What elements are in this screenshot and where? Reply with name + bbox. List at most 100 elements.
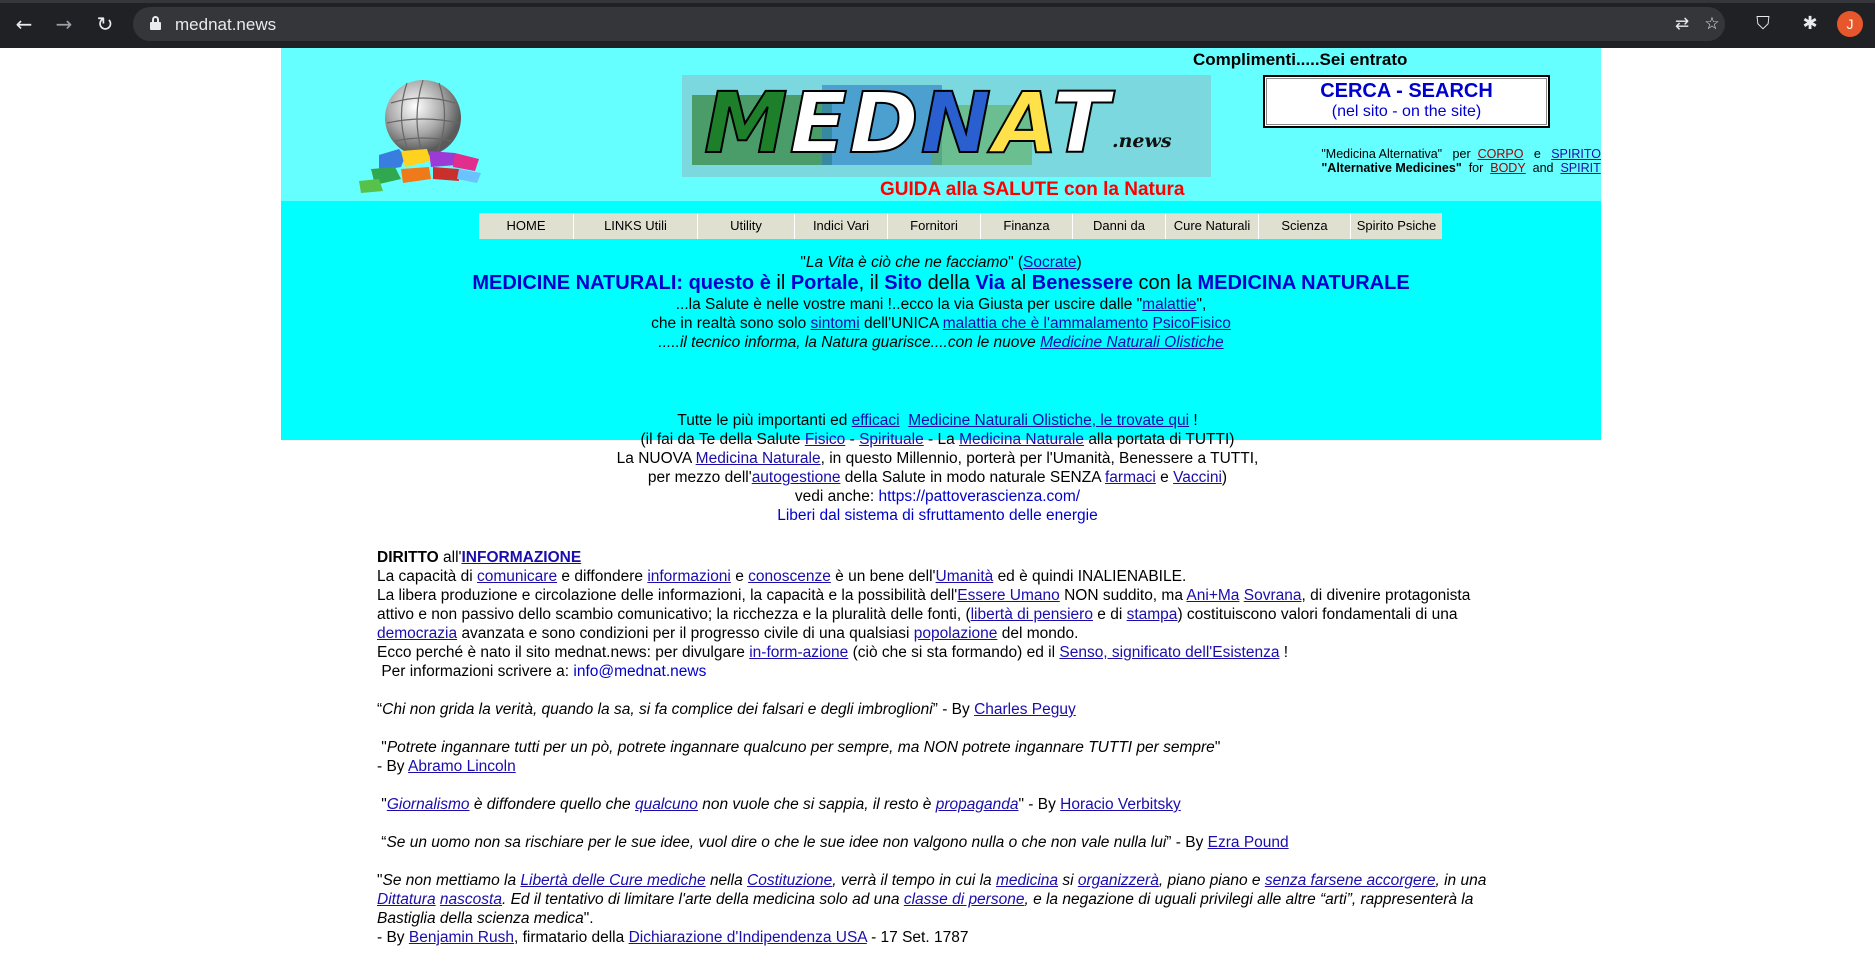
alt-line-en: "Alternative Medicines" for BODY and SPI… [1321,161,1601,175]
farmaci-link[interactable]: farmaci [1105,469,1156,486]
menu-item-cure[interactable]: Cure Naturali [1166,213,1259,239]
menu-item-fornitori[interactable]: Fornitori [888,213,981,239]
efficaci-link[interactable]: efficaci [852,412,900,429]
verbitsky-link[interactable]: Horacio Verbitsky [1060,796,1181,813]
text: si [1062,872,1074,889]
extensions-puzzle-icon[interactable]: ✱ [1799,13,1821,35]
classe-persone-link[interactable]: classe di persone [904,891,1025,908]
mission-line-1: Tutte le più importanti ed efficaci Medi… [0,411,1875,430]
fisico-link[interactable]: Fisico [805,431,845,448]
shield-extension-icon[interactable]: ⛉ [1752,13,1774,35]
medicina-link[interactable]: medicina [996,872,1058,889]
psicofisico-link[interactable]: PsicoFisico [1152,315,1230,332]
corpo-link[interactable]: CORPO [1478,147,1524,161]
democrazia-link[interactable]: democrazia [377,625,457,642]
malattia-link[interactable]: malattia che è l'ammalamento [943,315,1148,332]
lincoln-link[interactable]: Abramo Lincoln [408,758,516,775]
propaganda-link[interactable]: propaganda [936,796,1019,813]
url-text[interactable]: mednat.news [175,15,276,35]
spirit-link[interactable]: SPIRIT [1560,161,1600,175]
costituzione-link[interactable]: Costituzione [747,872,832,889]
menu-item-spirito[interactable]: Spirito Psiche [1351,213,1442,239]
headline-part: MEDICINA NATURALE [1197,272,1410,294]
alt-en-and: and [1532,161,1554,175]
address-bar[interactable]: mednat.news ⇄ ☆ [133,7,1725,41]
organizzera-link[interactable]: organizzerà [1078,872,1159,889]
menu-item-utility[interactable]: Utility [698,213,795,239]
spirito-link[interactable]: SPIRITO [1551,147,1601,161]
nascosta-link[interactable]: nascosta [440,891,502,908]
medicina-naturale-link[interactable]: Medicina Naturale [959,431,1084,448]
bookmark-star-icon[interactable]: ☆ [1701,13,1723,35]
mission-block: Tutte le più importanti ed efficaci Medi… [0,411,1875,525]
malattie-link[interactable]: malattie [1142,296,1196,313]
search-title[interactable]: CERCA - SEARCH [1267,79,1546,103]
sintomi-link[interactable]: sintomi [811,315,860,332]
menu-item-finanza[interactable]: Finanza [981,213,1073,239]
anima-link[interactable]: Ani+Ma [1186,587,1239,604]
text: vedi anche: [794,488,875,505]
dittatura-link[interactable]: Dittatura [377,891,436,908]
text: - By [1028,796,1056,813]
giornalismo-link[interactable]: Giornalismo [387,796,470,813]
forward-icon[interactable]: → [52,12,76,36]
mednat-logo[interactable]: MEDNAT .news [682,75,1211,177]
email-link[interactable]: info@mednat.news [573,663,706,680]
text: Se non mettiamo la [382,872,517,889]
menu-item-danni[interactable]: Danni da [1073,213,1166,239]
umanita-link[interactable]: Umanità [936,568,994,585]
liberta-pensiero-link[interactable]: libertà di pensiero [971,606,1093,623]
popolazione-link[interactable]: popolazione [914,625,998,642]
quote-text: Chi non grida la verità, quando la sa, s… [382,701,933,718]
trovate-qui-link[interactable]: Medicine Naturali Olistiche, le trovate … [908,412,1189,429]
back-icon[interactable]: ← [12,12,36,36]
informazione-link[interactable]: INFORMAZIONE [462,549,582,566]
pound-link[interactable]: Ezra Pound [1208,834,1289,851]
translate-icon[interactable]: ⇄ [1671,13,1693,35]
text: ! [1283,644,1289,661]
in-form-azione-link[interactable]: in-form-azione [749,644,848,661]
senza-accorgere-link[interactable]: senza farsene accorgere [1265,872,1436,889]
medicine-olistiche-link[interactable]: Medicine Naturali Olistiche [1040,334,1224,351]
information-right-paragraph: DIRITTO all'INFORMAZIONE La capacità di … [377,548,1507,681]
text: .....il tecnico informa, la Natura guari… [658,334,1036,351]
lock-icon[interactable] [150,16,161,30]
menu-item-links[interactable]: LINKS Utili [574,213,698,239]
senso-esistenza-link[interactable]: Senso, significato dell'Esistenza [1059,644,1279,661]
socrate-link[interactable]: Socrate [1023,254,1076,271]
stampa-link[interactable]: stampa [1127,606,1178,623]
search-subtitle[interactable]: (nel sito - on the site) [1267,103,1546,121]
quote-text: Potrete ingannare tutti per un pò, potre… [386,739,1215,756]
text: Tutte le più importanti ed [677,412,848,429]
pattoverascienza-link[interactable]: https://pattoverascienza.com/ [878,488,1080,505]
comunicare-link[interactable]: comunicare [477,568,557,585]
nuova-medicina-link[interactable]: Medicina Naturale [696,450,821,467]
vaccini-link[interactable]: Vaccini [1173,469,1222,486]
quote-pound: “Se un uomo non sa rischiare per le sue … [377,834,1289,851]
logo-wordmark: MEDNAT [703,75,1112,172]
liberta-cure-link[interactable]: Libertà delle Cure mediche [520,872,705,889]
spirituale-link[interactable]: Spirituale [859,431,924,448]
search-box[interactable]: CERCA - SEARCH (nel sito - on the site) [1263,75,1550,128]
body-link[interactable]: BODY [1490,161,1525,175]
menu-item-home[interactable]: HOME [479,213,574,239]
search-box-inner[interactable]: CERCA - SEARCH (nel sito - on the site) [1266,78,1547,125]
sovrana-link[interactable]: Sovrana [1244,587,1302,604]
reload-icon[interactable]: ↻ [93,12,117,36]
conoscenze-link[interactable]: conoscenze [748,568,831,585]
qualcuno-link[interactable]: qualcuno [635,796,698,813]
quote-peguy: “Chi non grida la verità, quando la sa, … [377,701,1076,718]
rush-link[interactable]: Benjamin Rush [409,929,514,946]
mission-line-6[interactable]: Liberi dal sistema di sfruttamento delle… [0,506,1875,525]
menu-item-indici[interactable]: Indici Vari [795,213,888,239]
essere-umano-link[interactable]: Essere Umano [957,587,1060,604]
menu-item-scienza[interactable]: Scienza [1259,213,1351,239]
text: è diffondere quello che [473,796,631,813]
peguy-link[interactable]: Charles Peguy [974,701,1076,718]
welcome-message: Complimenti.....Sei entrato [1193,50,1408,69]
alt-it-e: e [1533,147,1541,161]
informazioni-link[interactable]: informazioni [647,568,731,585]
dichiarazione-link[interactable]: Dichiarazione d'Indipendenza USA [629,929,867,946]
profile-avatar[interactable]: J [1837,11,1863,37]
autogestione-link[interactable]: autogestione [752,469,841,486]
